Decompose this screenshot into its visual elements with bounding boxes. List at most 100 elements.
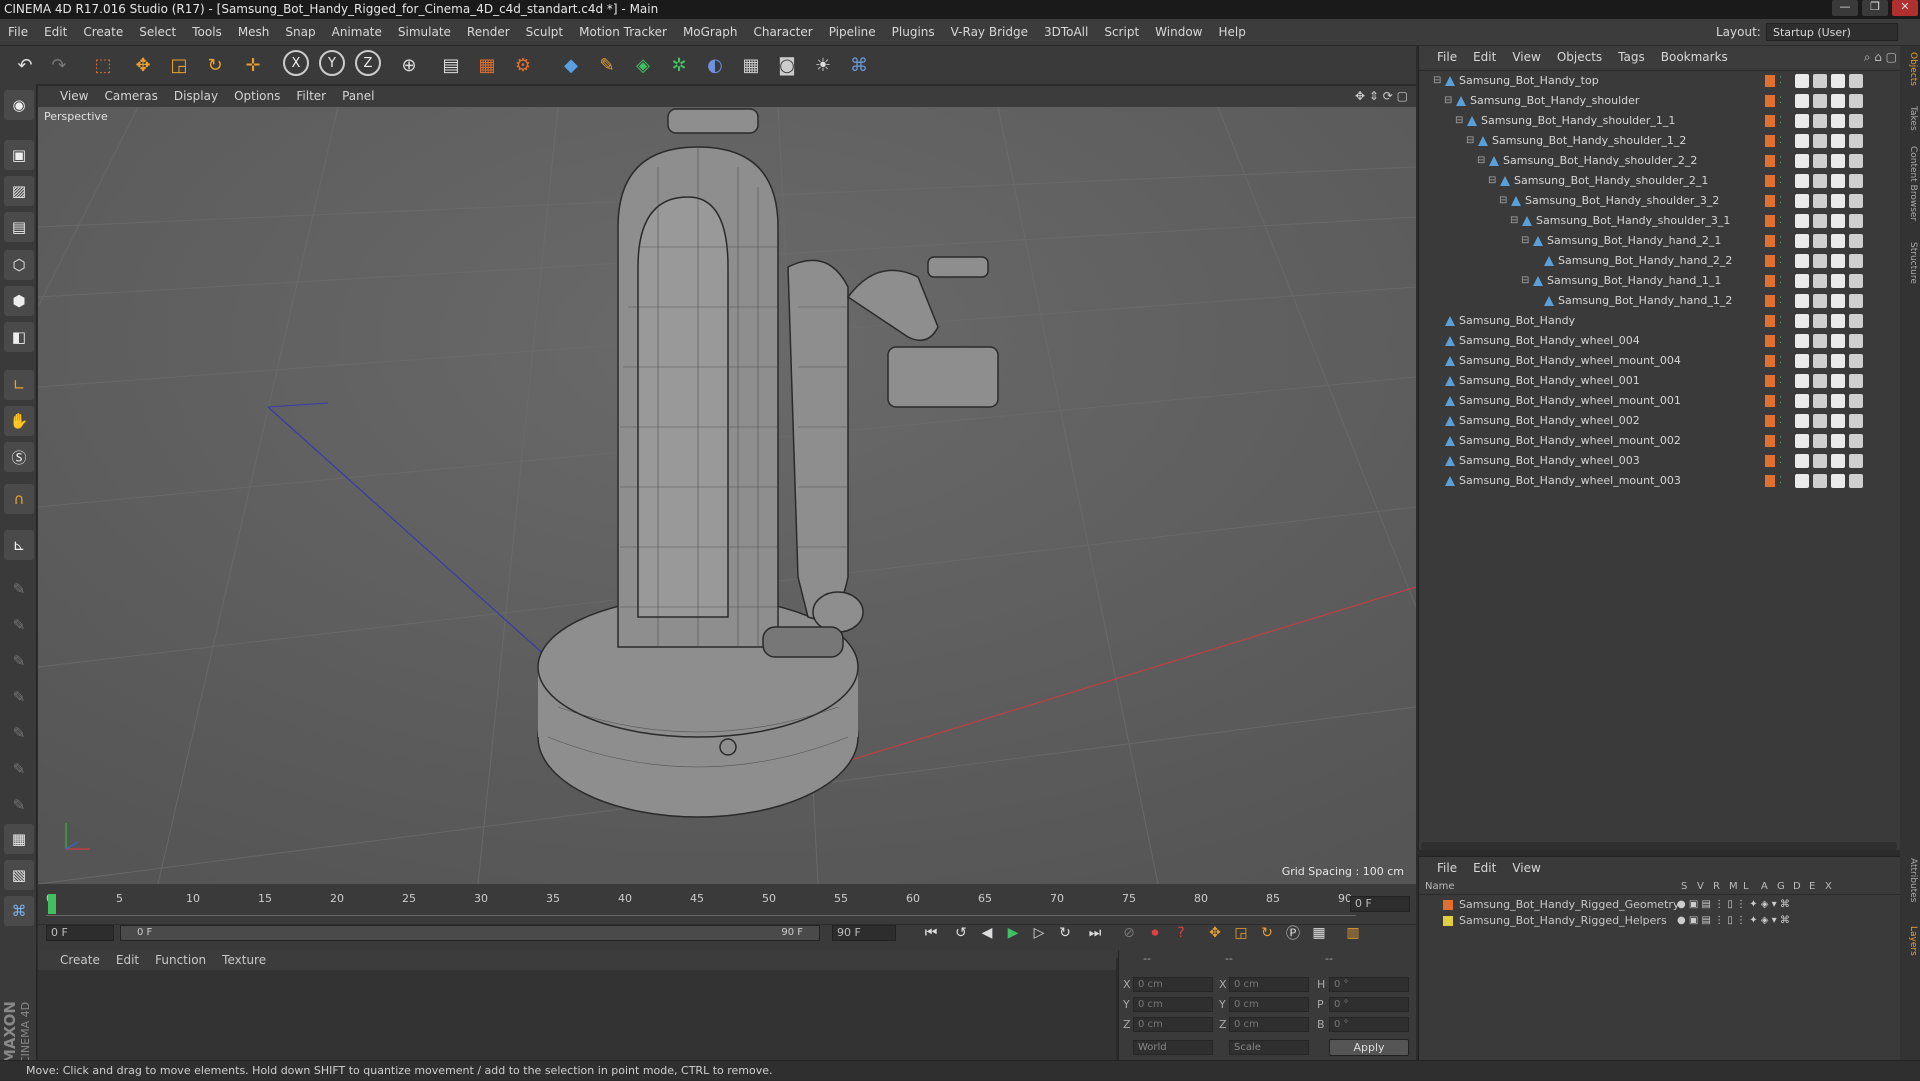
render-picture-viewer-icon[interactable]: ▦ [472,50,502,80]
light-icon[interactable]: ☀ [808,50,838,80]
expand-collapse-icon[interactable]: ⊟ [1521,271,1529,291]
object-name[interactable]: Samsung_Bot_Handy_hand_1_1 [1547,271,1721,291]
material-menu-create[interactable]: Create [38,950,108,970]
object-row[interactable]: ⊟ Samsung_Bot_Handy_shoulder_1_1 ⁚ [1419,111,1901,131]
tag-icon[interactable] [1849,414,1863,428]
layout-select[interactable]: Startup (User) [1766,23,1898,41]
object-row[interactable]: ⊟ Samsung_Bot_Handy_shoulder_3_2 ⁚ [1419,191,1901,211]
timeline-view-icon[interactable]: ▥ [1342,922,1364,944]
visibility-dots-icon[interactable]: ⁚ [1779,231,1782,251]
object-name[interactable]: Samsung_Bot_Handy_top [1459,71,1599,91]
perspective-viewport[interactable]: Perspective Grid Spacing : 100 cm [38,107,1416,884]
layer-color-swatch[interactable] [1443,900,1453,910]
tag-icon[interactable] [1849,454,1863,468]
object-name[interactable]: Samsung_Bot_Handy_shoulder_3_1 [1536,211,1730,231]
undo-icon[interactable]: ↶ [10,50,40,80]
tag-icon[interactable] [1813,74,1827,88]
tag-icon[interactable] [1849,314,1863,328]
tag-icon[interactable] [1849,174,1863,188]
autokey-icon[interactable]: ? [1170,922,1192,944]
key-rotate-icon[interactable]: ↻ [1256,922,1278,944]
make-editable-icon[interactable]: ◉ [4,90,34,120]
tag-icon[interactable] [1831,334,1845,348]
visibility-dots-icon[interactable]: ⁚ [1779,391,1782,411]
layer-flags[interactable]: ● ▣ ▤ ⋮ ▯ ⋮ ✦ ◈ ▾ ⌘ [1677,913,1790,928]
visibility-dots-icon[interactable]: ⁚ [1779,431,1782,451]
material-list[interactable] [38,970,1116,1060]
tag-icon[interactable] [1849,334,1863,348]
tag-icon[interactable] [1795,174,1809,188]
object-name[interactable]: Samsung_Bot_Handy_shoulder_3_2 [1525,191,1719,211]
menu-sculpt[interactable]: Sculpt [518,19,571,46]
objects-menu-edit[interactable]: Edit [1465,46,1504,68]
tweak-mode-icon[interactable]: ✋ [4,406,34,436]
redo-icon[interactable]: ↷ [44,50,74,80]
layer-name[interactable]: Samsung_Bot_Handy_Rigged_Geometry [1459,897,1679,912]
previous-frame-icon[interactable]: ◀ [976,922,998,944]
layer-color-swatch[interactable] [1765,95,1775,107]
object-row[interactable]: ⊟ Samsung_Bot_Handy_hand_2_1 ⁚ [1419,231,1901,251]
range-slider[interactable]: 0 F 90 F [120,925,820,941]
object-row[interactable]: ⊟ Samsung_Bot_Handy_shoulder ⁚ [1419,91,1901,111]
visibility-dots-icon[interactable]: ⁚ [1779,331,1782,351]
size-x-field[interactable]: 0 cm [1229,977,1309,992]
object-name[interactable]: Samsung_Bot_Handy_wheel_001 [1459,371,1640,391]
size-z-field[interactable]: 0 cm [1229,1017,1309,1032]
menu-create[interactable]: Create [75,19,131,46]
tag-icon[interactable] [1831,294,1845,308]
menu-pipeline[interactable]: Pipeline [821,19,884,46]
tab-attributes[interactable]: Attributes [1902,858,1918,902]
tag-icon[interactable] [1849,94,1863,108]
layer-color-swatch[interactable] [1765,255,1775,267]
layer-row[interactable]: Samsung_Bot_Handy_Rigged_Geometry ● ▣ ▤ … [1419,897,1901,912]
layer-color-swatch[interactable] [1765,295,1775,307]
tag-icon[interactable] [1795,74,1809,88]
object-row[interactable]: Samsung_Bot_Handy_wheel_001 ⁚ [1419,371,1901,391]
menu-animate[interactable]: Animate [324,19,390,46]
tag-icon[interactable] [1795,434,1809,448]
position-x-field[interactable]: 0 cm [1133,977,1213,992]
tag-icon[interactable] [1813,294,1827,308]
start-frame-field[interactable]: 0 F [46,925,114,941]
visibility-dots-icon[interactable]: ⁚ [1779,131,1782,151]
objects-menu-view[interactable]: View [1504,46,1548,68]
layer-flags[interactable]: ● ▣ ▤ ⋮ ▯ ⋮ ✦ ◈ ▾ ⌘ [1677,897,1790,912]
tag-icon[interactable] [1813,434,1827,448]
workplane-icon[interactable]: ▤ [4,212,34,242]
tag-icon[interactable] [1849,274,1863,288]
object-row[interactable]: ⊟ Samsung_Bot_Handy_shoulder_2_1 ⁚ [1419,171,1901,191]
visibility-dots-icon[interactable]: ⁚ [1779,191,1782,211]
viewport-menu-cameras[interactable]: Cameras [96,86,165,107]
layer-color-swatch[interactable] [1765,315,1775,327]
layer-row[interactable]: Samsung_Bot_Handy_Rigged_Helpers ● ▣ ▤ ⋮… [1419,913,1901,928]
object-row[interactable]: Samsung_Bot_Handy_hand_1_2 ⁚ [1419,291,1901,311]
tag-icon[interactable] [1849,154,1863,168]
tag-icon[interactable] [1795,114,1809,128]
tag-icon[interactable] [1795,234,1809,248]
tab-takes[interactable]: Takes [1902,106,1918,131]
layer-color-swatch[interactable] [1765,355,1775,367]
tag-icon[interactable] [1831,114,1845,128]
tag-icon[interactable] [1813,154,1827,168]
layer-color-swatch[interactable] [1765,275,1775,287]
menu-3dtoall[interactable]: 3DToAll [1036,19,1096,46]
record-icon[interactable]: ⏺ [1144,922,1166,944]
key-pla-icon[interactable]: ▦ [1308,922,1330,944]
object-manager-search-icon[interactable]: ⌕ ⌂ ▢ [1864,46,1897,68]
tag-icon[interactable] [1831,414,1845,428]
key-move-icon[interactable]: ✥ [1204,922,1226,944]
tag-icon[interactable] [1795,354,1809,368]
expand-collapse-icon[interactable]: ⊟ [1433,71,1441,91]
object-name[interactable]: Samsung_Bot_Handy_wheel_002 [1459,411,1640,431]
tag-icon[interactable] [1831,314,1845,328]
tag-icon[interactable] [1795,374,1809,388]
viewport-menu-options[interactable]: Options [226,86,288,107]
tag-icon[interactable] [1813,234,1827,248]
menu-plugins[interactable]: Plugins [884,19,943,46]
expand-collapse-icon[interactable]: ⊟ [1510,211,1518,231]
tag-icon[interactable] [1849,114,1863,128]
material-menu-texture[interactable]: Texture [214,950,274,970]
end-frame-field[interactable]: 90 F [832,925,896,941]
tab-structure[interactable]: Structure [1902,242,1918,284]
tag-icon[interactable] [1831,254,1845,268]
